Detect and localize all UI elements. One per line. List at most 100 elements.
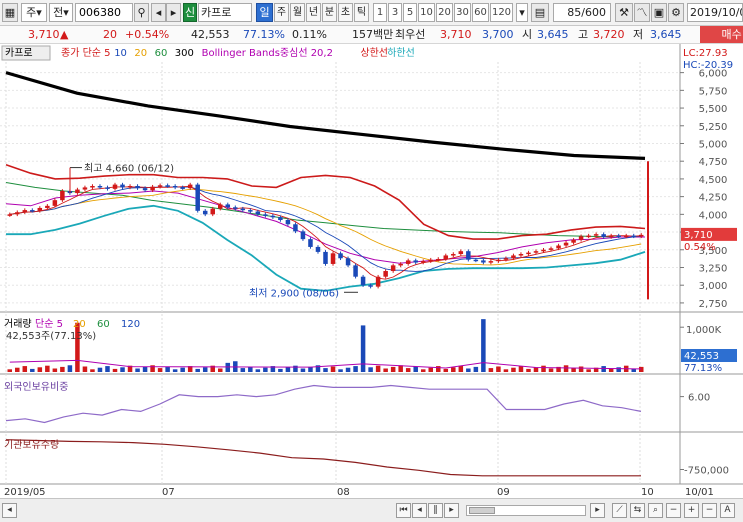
interval-5-button[interactable]: 5 [403,3,417,22]
tool-settings-icon[interactable]: ⚒ [615,3,633,22]
lc-label: LC:27.93 [683,48,728,59]
volume-bar [443,368,449,372]
volume-bar [7,369,13,372]
zoom-out-icon[interactable]: ⌕ [648,503,663,518]
toolbar: ▦ 주▾ 전▾ ⚲ ◂ ▸ 신 카프로 일 주 월 년 분 초 틱 1 3 5 … [0,0,743,26]
next-stock-icon[interactable]: ▸ [166,3,181,22]
chart-area[interactable]: 6,000 5,750 5,500 5,250 5,000 4,750 4,500 4,250… [0,44,743,498]
last-price-label: 3,710 [684,230,713,241]
period-week-label: 주 [276,7,287,18]
price-tick-label: 4,000 [699,210,728,221]
interval-30-label: 30 [456,7,469,18]
interval-10-button[interactable]: 10 [418,3,435,22]
font-down-icon[interactable]: − [702,503,717,518]
price-legend-item: 하한선 [387,46,415,59]
zoom-fit-icon[interactable]: ⇆ [630,503,645,518]
price-legend-item: 20 [134,48,147,59]
volume-bar [496,366,501,372]
volume-bar [608,368,614,372]
volume-bar [368,367,373,372]
period-second-tab[interactable]: 초 [338,3,353,22]
scroll-thumb[interactable] [469,507,495,514]
candle-body [90,186,95,188]
buy-button[interactable]: 매수 [700,26,743,43]
view-count-field[interactable]: 85/600 [553,3,611,22]
candle-body [293,224,298,232]
volume-bar [165,366,170,372]
interval-30-button[interactable]: 30 [454,3,471,22]
volume-bar [240,368,246,372]
chart-scrollbar[interactable] [466,505,586,516]
candle-body [7,214,13,216]
stock-name-field[interactable]: 카프로 [198,3,252,22]
interval-60-button[interactable]: 60 [472,3,489,22]
interval-3-button[interactable]: 3 [388,3,402,22]
market-select[interactable]: 전▾ [49,3,73,22]
volume-bar [255,369,261,372]
volume-tick-label: 1,000K [686,325,722,336]
plus-icon[interactable]: + [684,503,699,518]
period-year-tab[interactable]: 년 [306,3,321,22]
volume-bar [278,368,283,372]
chart-svg[interactable]: 6,0005,7505,5005,2505,0004,7504,5004,250… [0,44,743,498]
period-week-tab[interactable]: 주 [274,3,289,22]
volume-bar [420,369,426,372]
volume-value: 42,553 [191,28,230,41]
minus-icon[interactable]: − [666,503,681,518]
interval-120-button[interactable]: 120 [490,3,513,22]
volume-bar [375,365,381,372]
go-first-icon[interactable]: ⏮ [396,503,411,518]
period-tick-tab[interactable]: 틱 [354,3,369,22]
save-icon[interactable]: ▣ [651,3,667,22]
scroll-left-icon[interactable]: ◂ [2,503,17,518]
candle-body [270,215,276,218]
font-size-icon[interactable]: A [720,503,735,518]
pause-icon[interactable]: ‖ [428,503,443,518]
chart-menu-icon[interactable]: ▦ [2,3,18,22]
x-axis-label: 10/01 [685,487,714,498]
candle-body [217,204,223,209]
volume-bar [428,367,434,372]
candle-body [315,246,321,252]
volume-bar [308,366,313,372]
period-tick-label: 틱 [356,7,367,18]
scroll-right-icon[interactable]: ▸ [590,503,605,518]
interval-1-button[interactable]: 1 [373,3,387,22]
code-type-label: 주 [26,6,37,19]
price-tick-label: 2,750 [699,299,728,310]
period-month-tab[interactable]: 월 [290,3,305,22]
period-year-label: 년 [308,7,319,18]
draw-trend-icon[interactable]: ⟋ [612,503,627,518]
search-icon[interactable]: ⚲ [134,3,149,22]
interval-20-button[interactable]: 20 [436,3,453,22]
chart-type-icon[interactable]: 〽 [634,3,650,22]
data-table-icon[interactable]: ▤ [531,3,549,22]
interval-dropdown[interactable]: ▾ [516,3,528,22]
candle-body [413,260,418,263]
volume-bar [105,366,110,372]
stock-code-input[interactable] [75,3,133,22]
price-tick-label: 5,750 [699,86,728,97]
volume-bar [90,369,95,372]
high-label: 고 [578,28,589,41]
candle-body [97,186,103,188]
gear-icon[interactable]: ⚙ [668,3,684,22]
interval-1-label: 1 [376,7,384,18]
candle-body [105,187,110,189]
step-forward-icon[interactable]: ▸ [444,503,459,518]
volume-bar [67,365,73,372]
period-minute-tab[interactable]: 분 [322,3,337,22]
step-back-icon[interactable]: ◂ [412,503,427,518]
date-field[interactable]: 2019/10/0 [687,3,743,22]
prev-stock-icon[interactable]: ◂ [151,3,166,22]
volume-bar [330,366,336,372]
volume-bar [195,368,200,372]
candle-body [638,234,644,237]
volume-bar [518,366,524,372]
stock-code-field[interactable] [76,4,132,21]
volume-legend-item: 단순 5 [35,318,63,330]
code-type-select[interactable]: 주▾ [21,3,47,22]
period-day-tab[interactable]: 일 [256,3,273,22]
candle-body [120,184,125,188]
candle-body [278,217,283,221]
